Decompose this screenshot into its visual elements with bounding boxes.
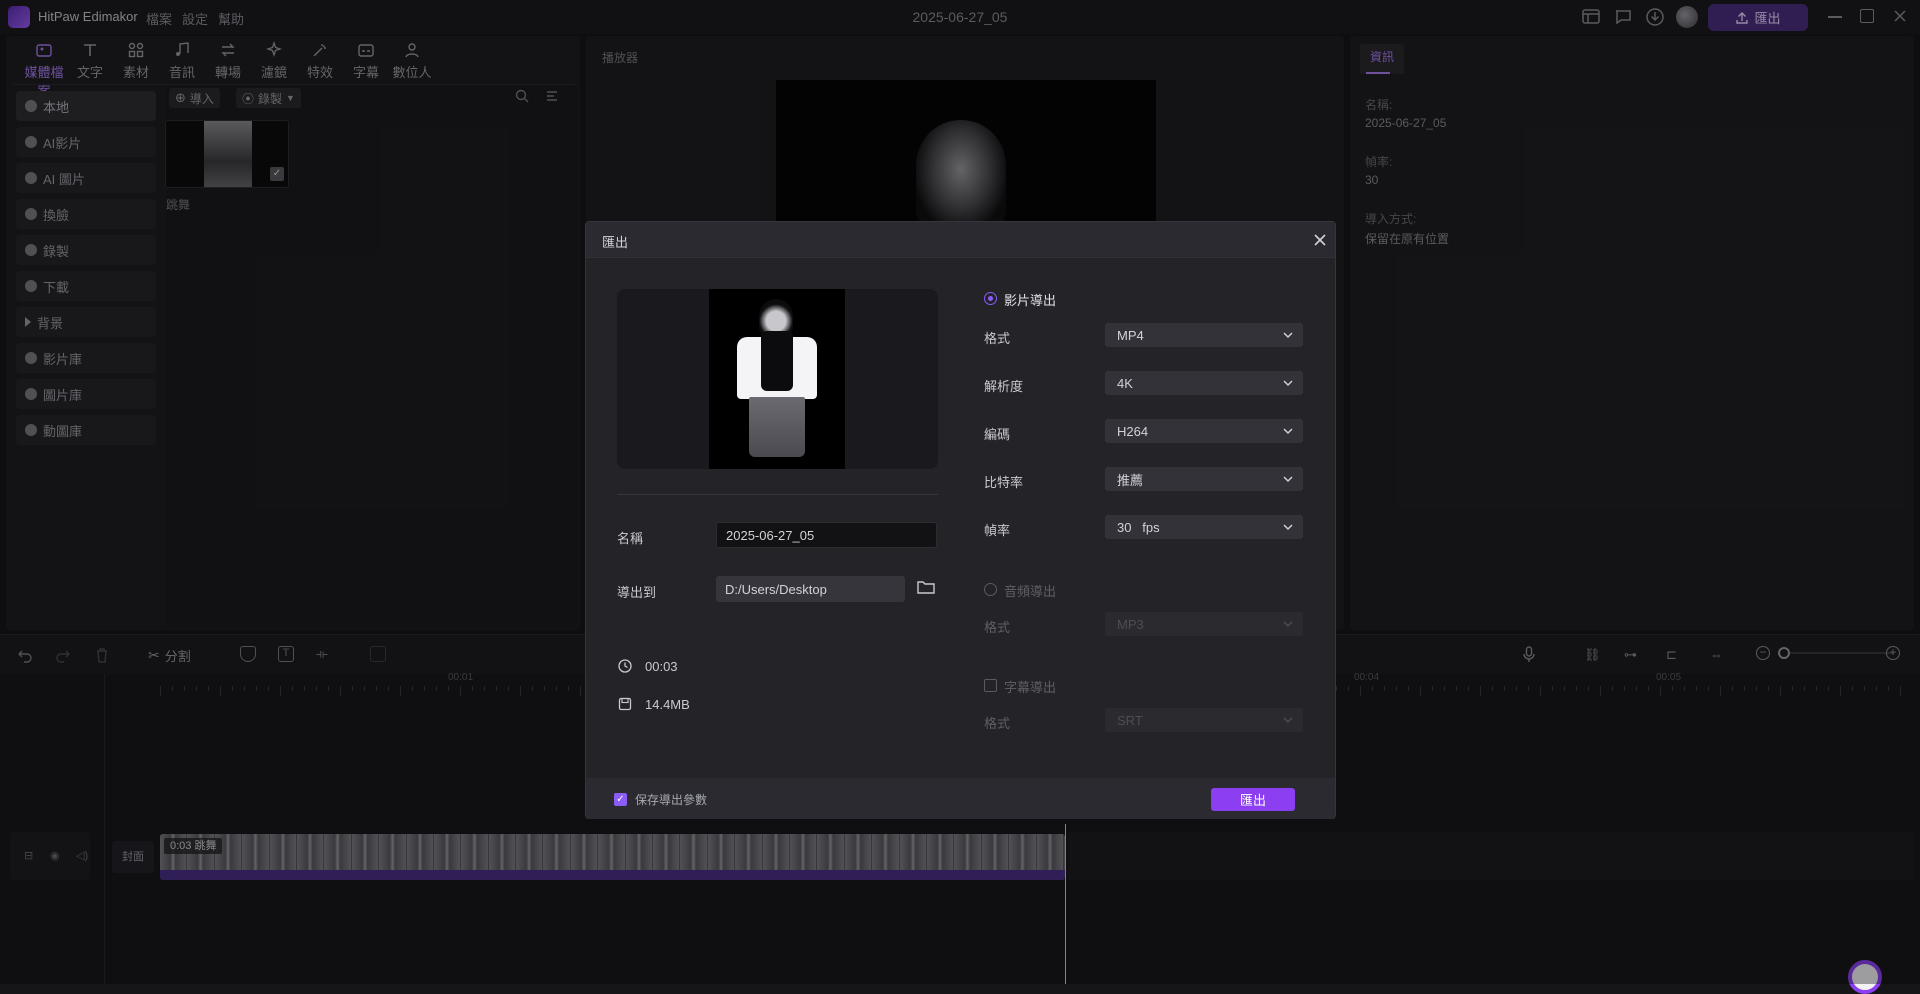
chevron-down-icon [1283,476,1293,482]
export-dialog: 匯出 名稱 2025-06-27_05 導出到 D:/Users/Desktop… [585,221,1336,819]
encoder-select[interactable]: H264 [1105,419,1303,443]
chevron-down-icon [1283,332,1293,338]
encoder-label: 編碼 [984,427,1011,442]
subtitle-format-label: 格式 [984,716,1011,731]
chevron-down-icon [1283,717,1293,723]
video-export-radio[interactable] [984,292,997,305]
chevron-down-icon [1283,428,1293,434]
save-params-label: 保存導出參數 [635,793,708,807]
framerate-label: 幀率 [984,523,1011,538]
export-to-label: 導出到 [617,585,657,600]
name-label: 名稱 [617,531,644,546]
audio-format-value: MP3 [1117,616,1144,632]
dialog-header [586,222,1335,258]
folder-icon[interactable] [916,578,938,598]
dialog-title: 匯出 [602,235,629,250]
subtitle-export-label: 字幕導出 [1004,680,1057,695]
bitrate-value: 推薦 [1117,472,1144,488]
export-path-input[interactable]: D:/Users/Desktop [716,576,905,602]
format-label: 格式 [984,331,1011,346]
export-preview [617,289,938,469]
video-export-label: 影片導出 [1004,293,1057,308]
chevron-down-icon [1283,380,1293,386]
framerate-select[interactable]: 30 fps [1105,515,1303,539]
file-size-icon [617,696,633,712]
resolution-label: 解析度 [984,379,1024,394]
encoder-value: H264 [1117,423,1149,439]
clock-icon [617,658,633,674]
framerate-value: 30 fps [1117,519,1160,535]
export-button[interactable]: 匯出 [1211,788,1295,811]
format-value: MP4 [1117,327,1144,343]
chevron-down-icon [1283,524,1293,530]
close-icon[interactable] [1310,230,1330,250]
audio-export-label: 音頻導出 [1004,584,1057,599]
name-input[interactable]: 2025-06-27_05 [716,522,937,548]
audio-export-radio[interactable] [984,583,997,596]
duration-value: 00:03 [645,659,678,674]
bitrate-select[interactable]: 推薦 [1105,467,1303,491]
preview-frame [709,289,845,469]
subtitle-format-value: SRT [1117,712,1143,728]
format-select[interactable]: MP4 [1105,323,1303,347]
bitrate-label: 比特率 [984,475,1024,490]
resolution-value: 4K [1117,375,1133,391]
save-params-checkbox[interactable]: ✓ [614,793,627,806]
subtitle-export-checkbox[interactable] [984,679,997,692]
preview-divider [617,494,938,495]
subtitle-format-select[interactable]: SRT [1105,708,1303,732]
audio-format-select[interactable]: MP3 [1105,612,1303,636]
resolution-select[interactable]: 4K [1105,371,1303,395]
chevron-down-icon [1283,621,1293,627]
preview-hair [761,331,793,391]
audio-format-label: 格式 [984,620,1011,635]
file-size-value: 14.4MB [645,697,690,712]
preview-skirt [749,397,805,457]
